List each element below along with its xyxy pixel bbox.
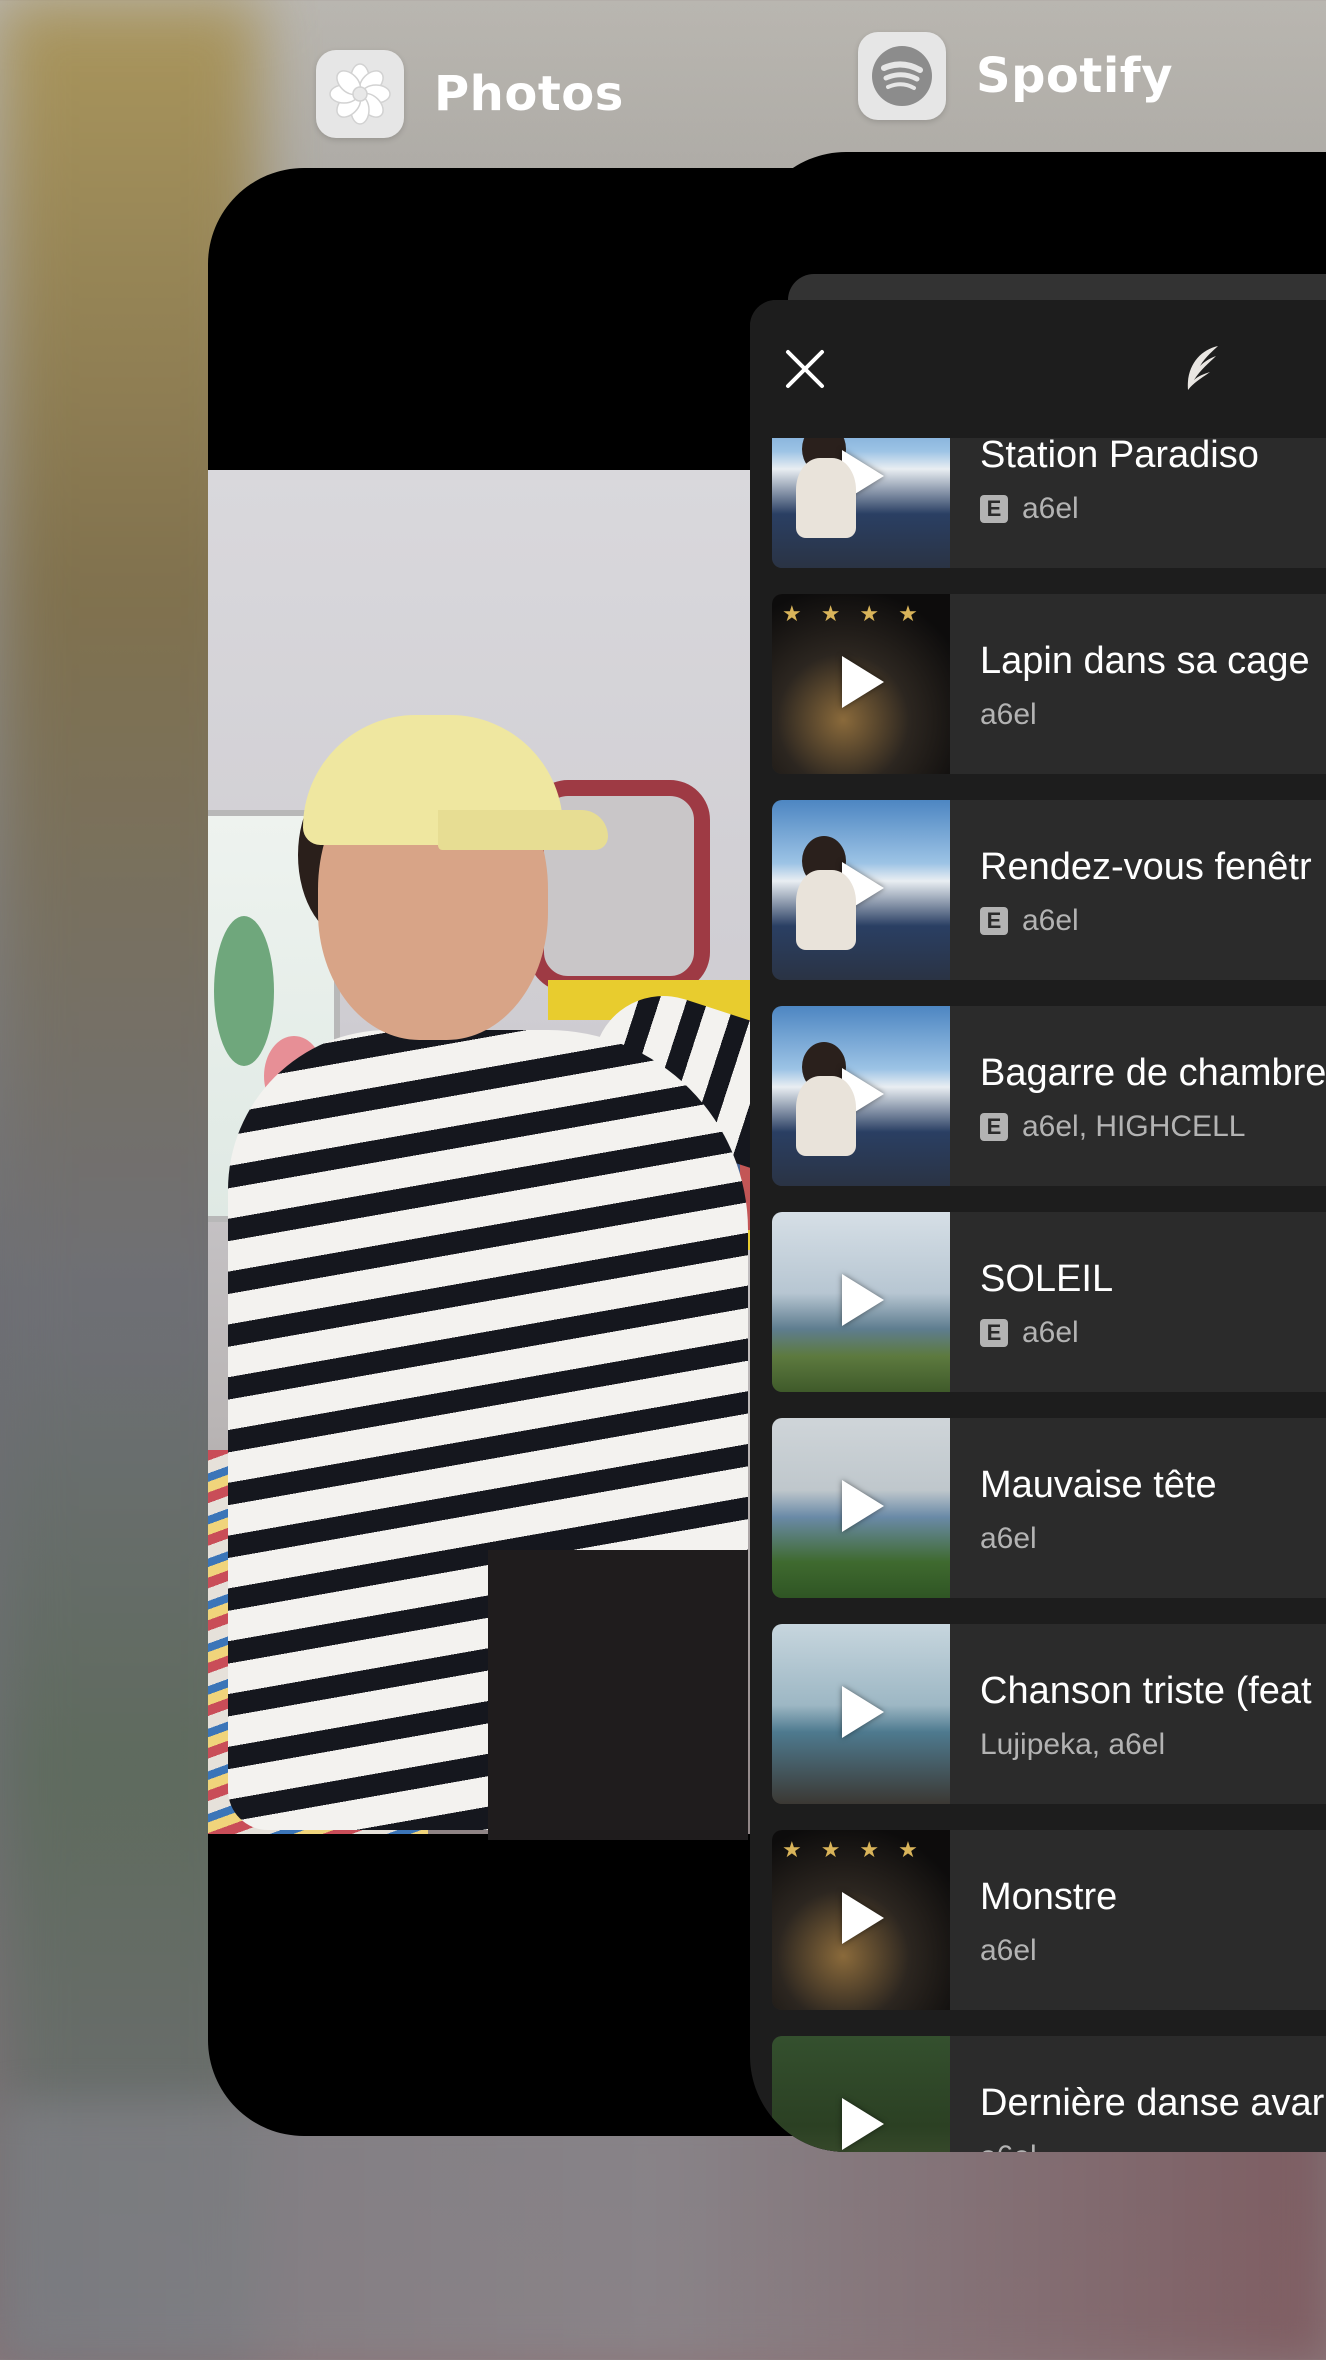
track-row[interactable]: Bagarre de chambre Ea6el, HIGHCELL bbox=[772, 1006, 1326, 1186]
track-artwork bbox=[772, 438, 950, 568]
track-row[interactable]: Monstre a6el bbox=[772, 1830, 1326, 2010]
track-artist: a6el bbox=[980, 2140, 1037, 2152]
track-title: Bagarre de chambre bbox=[980, 1052, 1326, 1094]
play-icon[interactable] bbox=[842, 1686, 884, 1738]
play-icon[interactable] bbox=[842, 2098, 884, 2150]
track-sheet: Station Paradiso Ea6el Lapin dans sa cage a… bbox=[750, 300, 1326, 2152]
track-subtitle: Ea6el bbox=[980, 1316, 1079, 1350]
track-artwork bbox=[772, 2036, 950, 2152]
track-title: Lapin dans sa cage bbox=[980, 640, 1310, 682]
track-artist: a6el bbox=[980, 698, 1037, 731]
track-subtitle: a6el bbox=[980, 1522, 1037, 1556]
explicit-badge: E bbox=[980, 907, 1008, 935]
explicit-badge: E bbox=[980, 1113, 1008, 1141]
track-title: Rendez-vous fenêtr bbox=[980, 846, 1312, 888]
app-label-photos[interactable]: Photos bbox=[316, 50, 624, 138]
play-icon[interactable] bbox=[842, 656, 884, 708]
track-artwork bbox=[772, 800, 950, 980]
play-icon[interactable] bbox=[842, 1892, 884, 1944]
track-title: Dernière danse avar bbox=[980, 2082, 1325, 2124]
explicit-badge: E bbox=[980, 1319, 1008, 1347]
play-icon[interactable] bbox=[842, 1274, 884, 1326]
track-artist: a6el bbox=[980, 1522, 1037, 1555]
track-artwork bbox=[772, 1830, 950, 2010]
track-row[interactable]: Rendez-vous fenêtr Ea6el bbox=[772, 800, 1326, 980]
track-row[interactable]: Lapin dans sa cage a6el bbox=[772, 594, 1326, 774]
track-artwork bbox=[772, 1212, 950, 1392]
spotify-app-card[interactable]: Station Paradiso Ea6el Lapin dans sa cage a… bbox=[750, 152, 1326, 2152]
track-title: SOLEIL bbox=[980, 1258, 1114, 1300]
track-title: Mauvaise tête bbox=[980, 1464, 1217, 1506]
track-subtitle: a6el bbox=[980, 2140, 1037, 2152]
app-label-spotify[interactable]: Spotify bbox=[858, 32, 1173, 120]
track-title: Monstre bbox=[980, 1876, 1118, 1918]
track-artist: a6el bbox=[1022, 904, 1079, 937]
track-title: Chanson triste (feat bbox=[980, 1670, 1312, 1712]
play-icon[interactable] bbox=[842, 450, 884, 502]
track-row[interactable]: Station Paradiso Ea6el bbox=[772, 438, 1326, 568]
track-artist: a6el bbox=[1022, 492, 1079, 525]
spotify-logo-icon bbox=[858, 32, 946, 120]
track-subtitle: Ea6el, HIGHCELL bbox=[980, 1110, 1245, 1144]
angel-wing-icon bbox=[1180, 342, 1226, 396]
track-subtitle: a6el bbox=[980, 698, 1037, 732]
track-title: Station Paradiso bbox=[980, 438, 1259, 476]
track-subtitle: Ea6el bbox=[980, 492, 1079, 526]
close-icon[interactable] bbox=[780, 344, 830, 394]
play-icon[interactable] bbox=[842, 862, 884, 914]
track-row[interactable]: SOLEIL Ea6el bbox=[772, 1212, 1326, 1392]
track-artist: a6el bbox=[1022, 1316, 1079, 1349]
app-name-spotify: Spotify bbox=[976, 48, 1173, 104]
track-artist: a6el, HIGHCELL bbox=[1022, 1110, 1246, 1143]
play-icon[interactable] bbox=[842, 1480, 884, 1532]
track-artwork bbox=[772, 1006, 950, 1186]
track-artwork bbox=[772, 594, 950, 774]
photos-flower-icon bbox=[316, 50, 404, 138]
track-row[interactable]: Mauvaise tête a6el bbox=[772, 1418, 1326, 1598]
track-artwork bbox=[772, 1624, 950, 1804]
sheet-header bbox=[750, 300, 1326, 438]
track-subtitle: Lujipeka, a6el bbox=[980, 1728, 1165, 1762]
track-artist: a6el bbox=[980, 1934, 1037, 1967]
track-subtitle: Ea6el bbox=[980, 904, 1079, 938]
explicit-badge: E bbox=[980, 495, 1008, 523]
track-subtitle: a6el bbox=[980, 1934, 1037, 1968]
track-artist: Lujipeka, a6el bbox=[980, 1728, 1166, 1761]
track-list: Station Paradiso Ea6el Lapin dans sa cage a… bbox=[750, 438, 1326, 2152]
app-name-photos: Photos bbox=[434, 66, 624, 122]
play-icon[interactable] bbox=[842, 1068, 884, 1120]
track-row[interactable]: Dernière danse avar a6el bbox=[772, 2036, 1326, 2152]
track-row[interactable]: Chanson triste (feat Lujipeka, a6el bbox=[772, 1624, 1326, 1804]
track-artwork bbox=[772, 1418, 950, 1598]
